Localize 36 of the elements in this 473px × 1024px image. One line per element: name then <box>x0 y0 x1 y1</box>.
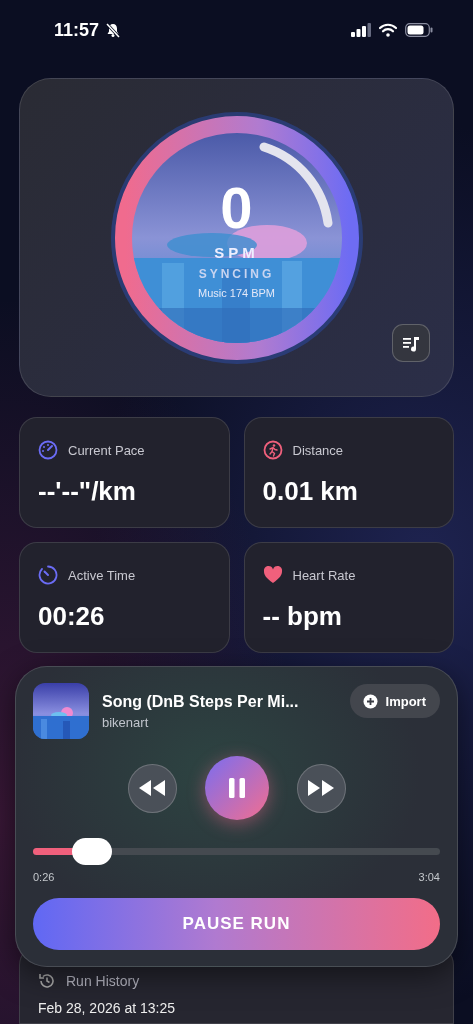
stat-value: 00:26 <box>38 601 106 632</box>
history-icon <box>38 972 56 990</box>
battery-icon <box>405 23 433 37</box>
stat-label: Distance <box>292 442 344 458</box>
stat-label: Current Pace <box>68 442 145 458</box>
song-artist: bikenart <box>102 714 150 730</box>
song-title: Song (DnB Steps Per Mi... <box>102 692 300 711</box>
signal-icon <box>351 23 371 37</box>
stat-label: Active Time <box>68 567 136 583</box>
fast-forward-icon <box>306 778 336 798</box>
stat-value: 0.01 km <box>262 476 359 507</box>
heart-icon <box>262 565 283 585</box>
status-time: 11:57 <box>54 19 100 41</box>
wifi-icon <box>379 23 397 37</box>
import-button[interactable]: Import <box>349 684 440 718</box>
timer-icon <box>38 565 58 585</box>
cadence-unit: SPM <box>214 243 259 261</box>
playlist-button[interactable] <box>392 324 430 362</box>
stat-value: --'--"/km <box>38 476 137 507</box>
total-time: 3:04 <box>418 871 440 883</box>
progress-slider[interactable] <box>33 838 440 865</box>
runner-icon <box>262 440 283 460</box>
stat-label: Heart Rate <box>292 567 356 583</box>
history-title: Run History <box>66 973 140 989</box>
history-entry[interactable]: Feb 28, 2026 at 13:25 <box>38 1000 435 1016</box>
plus-circle-icon <box>362 693 378 709</box>
pause-button[interactable] <box>204 756 269 820</box>
elapsed-time: 0:26 <box>33 871 55 883</box>
pause-icon <box>227 777 246 799</box>
stat-value: -- bpm <box>262 601 343 632</box>
sync-status: SYNCING <box>198 266 275 281</box>
music-bpm: Music 174 BPM <box>198 286 275 299</box>
rewind-icon <box>137 778 167 798</box>
slider-thumb[interactable] <box>71 838 112 865</box>
cadence-value: 0 <box>220 177 253 238</box>
speedometer-icon <box>38 440 58 460</box>
